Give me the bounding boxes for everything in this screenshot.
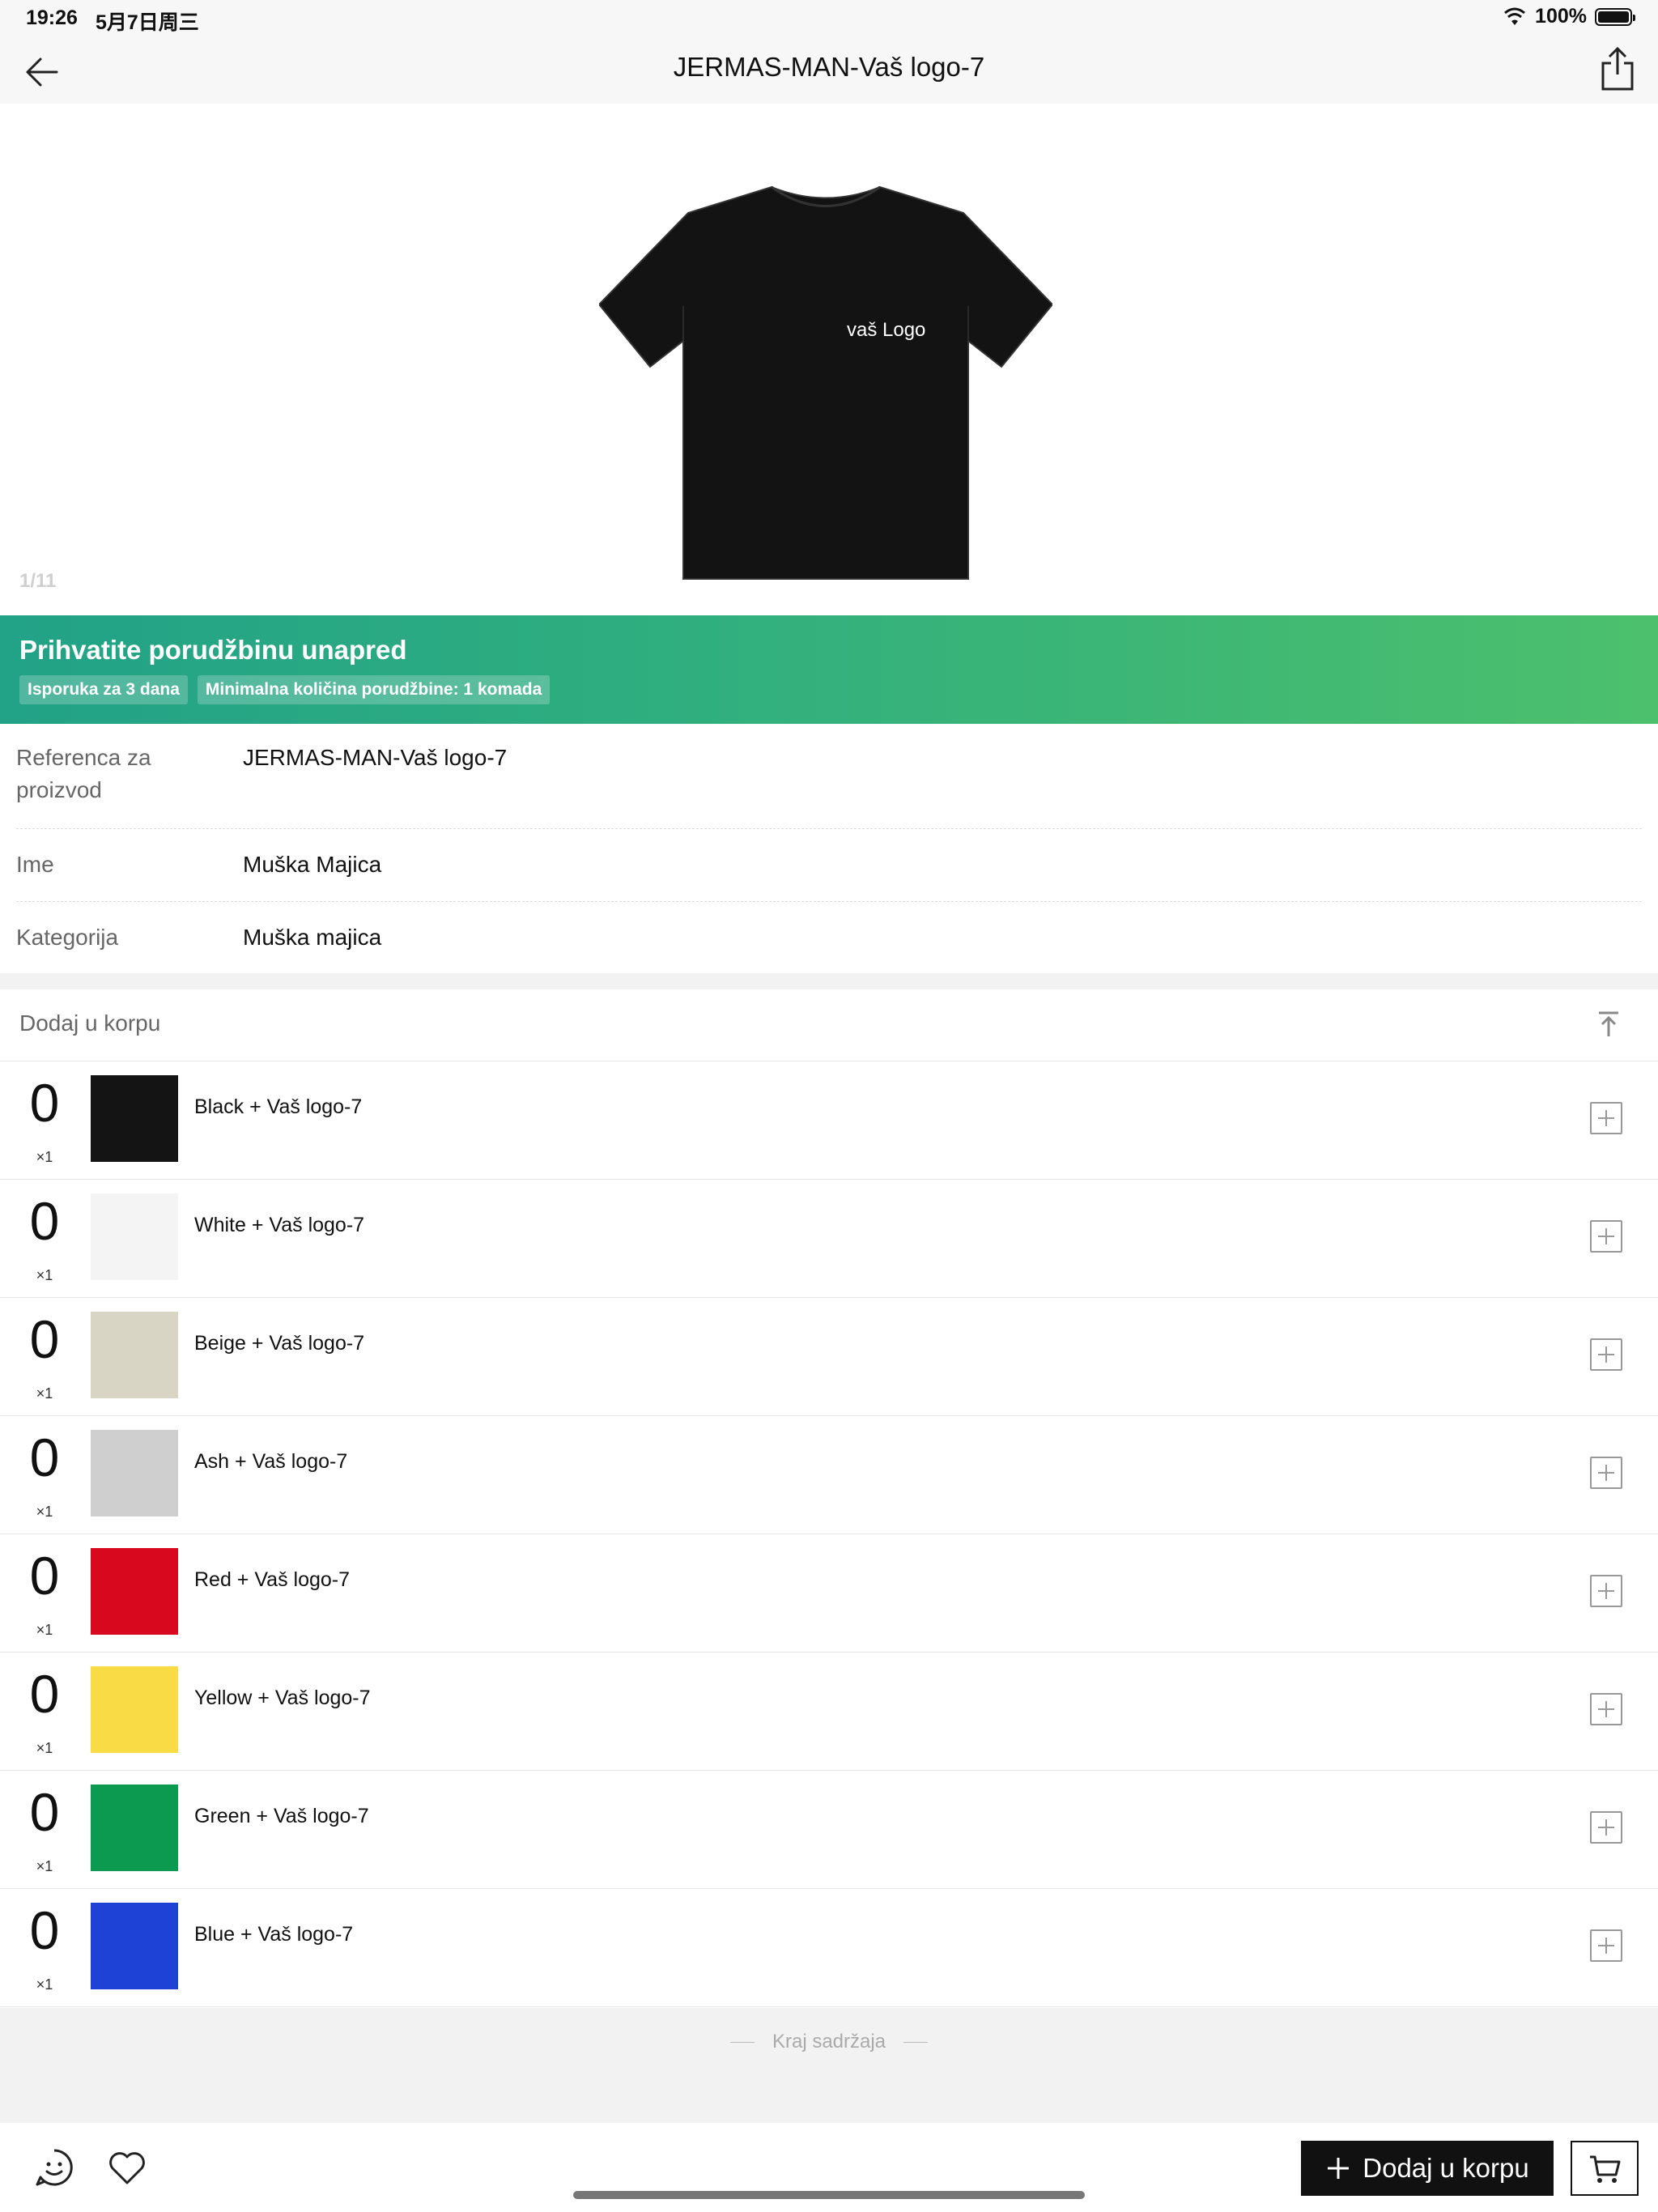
divider-line [729,2042,755,2044]
plus-icon[interactable] [1590,1102,1622,1134]
section-divider [0,973,1658,989]
banner-tags: Isporuka za 3 dana Minimalna količina po… [19,675,551,704]
section-title: Dodaj u korpu [19,1010,161,1036]
info-row-category: Kategorija Muška majica [16,902,1642,973]
variant-multiplier: ×1 [36,1267,53,1283]
variant-quantity: 0 [29,1309,60,1369]
status-right: 100% [1503,5,1635,28]
home-indicator [573,2191,1085,2199]
heart-icon[interactable] [107,2147,147,2188]
page-title: JERMAS-MAN-Vaš logo-7 [673,52,985,82]
plus-icon[interactable] [1590,1811,1622,1844]
variant-multiplier: ×1 [36,1385,53,1402]
product-info-table: Referenca za proizvod JERMAS-MAN-Vaš log… [0,724,1658,973]
min-order-tag: Minimalna količina porudžbine: 1 komada [197,675,551,704]
tshirt-logo-text: vaš Logo [847,319,925,341]
variant-quantity: 0 [29,1191,60,1251]
info-value: Muška Majica [243,852,382,877]
variant-multiplier: ×1 [36,1622,53,1638]
color-swatch[interactable] [91,1666,178,1753]
info-row-name: Ime Muška Majica [16,829,1642,902]
info-value: Muška majica [243,925,382,950]
variant-multiplier: ×1 [36,1504,53,1520]
wifi-icon [1504,7,1526,25]
variant-row: 0 ×1 Beige + Vaš logo-7 [0,1298,1658,1416]
variant-quantity: 0 [29,1427,60,1487]
variant-name: Beige + Vaš logo-7 [194,1332,365,1355]
variant-row: 0 ×1 Red + Vaš logo-7 [0,1534,1658,1653]
cart-button[interactable] [1571,2141,1639,2196]
plus-icon[interactable] [1590,1338,1622,1371]
variant-name: Yellow + Vaš logo-7 [194,1687,371,1709]
chat-icon[interactable] [34,2147,74,2188]
variant-name: Red + Vaš logo-7 [194,1568,351,1591]
status-bar: 19:26 5月7日周三 100% [0,0,1658,39]
variant-row: 0 ×1 White + Vaš logo-7 [0,1180,1658,1298]
variant-quantity: 0 [29,1073,60,1133]
preorder-banner: Prihvatite porudžbinu unapred Isporuka z… [0,615,1658,724]
share-icon[interactable] [1598,45,1637,92]
end-text: Kraj sadržaja [772,2031,886,2052]
plus-icon [1328,2158,1350,2179]
color-swatch[interactable] [91,1548,178,1635]
color-swatch[interactable] [91,1312,178,1398]
color-swatch[interactable] [91,1193,178,1280]
status-date: 5月7日周三 [96,11,199,34]
cart-icon [1590,2155,1621,2183]
battery-icon [1595,7,1635,26]
add-to-cart-section-header: Dodaj u korpu [0,989,1658,1061]
variant-name: Ash + Vaš logo-7 [194,1450,348,1473]
variant-row: 0 ×1 Yellow + Vaš logo-7 [0,1653,1658,1771]
delivery-tag: Isporuka za 3 dana [19,675,188,704]
variant-row: 0 ×1 Ash + Vaš logo-7 [0,1416,1658,1534]
divider-line [903,2042,929,2044]
add-to-cart-button[interactable]: Dodaj u korpu [1301,2141,1554,2196]
variant-multiplier: ×1 [36,1740,53,1756]
variant-name: Black + Vaš logo-7 [194,1095,363,1118]
info-label: Kategorija [16,925,119,950]
navigation-bar: JERMAS-MAN-Vaš logo-7 [0,39,1658,104]
variant-quantity: 0 [29,1782,60,1842]
variant-name: Blue + Vaš logo-7 [194,1923,354,1946]
info-label: Ime [16,852,54,877]
battery-percent: 100% [1535,5,1587,28]
variant-multiplier: ×1 [36,1858,53,1874]
variant-row: 0 ×1 Black + Vaš logo-7 [0,1061,1658,1180]
scroll-to-top-icon[interactable] [1596,1010,1621,1038]
variant-name: Green + Vaš logo-7 [194,1805,369,1827]
add-to-cart-label: Dodaj u korpu [1363,2153,1529,2183]
product-image-gallery[interactable]: vaš Logo 1/11 [0,104,1658,615]
status-time: 19:26 [26,6,78,29]
image-counter: 1/11 [19,570,57,592]
end-of-content: Kraj sadržaja [0,2008,1658,2123]
color-swatch[interactable] [91,1075,178,1162]
plus-icon[interactable] [1590,1457,1622,1489]
color-swatch[interactable] [91,1430,178,1516]
variant-multiplier: ×1 [36,1976,53,1993]
product-tshirt-image: vaš Logo [599,185,1052,580]
info-value: JERMAS-MAN-Vaš logo-7 [243,745,508,770]
color-swatch[interactable] [91,1903,178,1989]
info-label: Referenca za proizvod [16,745,151,802]
end-of-content-label: Kraj sadržaja [0,2031,1658,2053]
variant-quantity: 0 [29,1900,60,1960]
plus-icon[interactable] [1590,1929,1622,1962]
plus-icon[interactable] [1590,1575,1622,1607]
color-swatch[interactable] [91,1784,178,1871]
plus-icon[interactable] [1590,1693,1622,1725]
banner-headline: Prihvatite porudžbinu unapred [19,635,407,665]
plus-icon[interactable] [1590,1220,1622,1253]
variant-row: 0 ×1 Blue + Vaš logo-7 [0,1889,1658,2007]
variant-row: 0 ×1 Green + Vaš logo-7 [0,1771,1658,1889]
variant-quantity: 0 [29,1546,60,1606]
variant-quantity: 0 [29,1664,60,1724]
info-row-reference: Referenca za proizvod JERMAS-MAN-Vaš log… [16,724,1642,829]
variant-multiplier: ×1 [36,1149,53,1165]
variant-name: White + Vaš logo-7 [194,1214,365,1236]
variant-list: 0 ×1 Black + Vaš logo-7 0 ×1 White + Vaš… [0,1061,1658,2007]
